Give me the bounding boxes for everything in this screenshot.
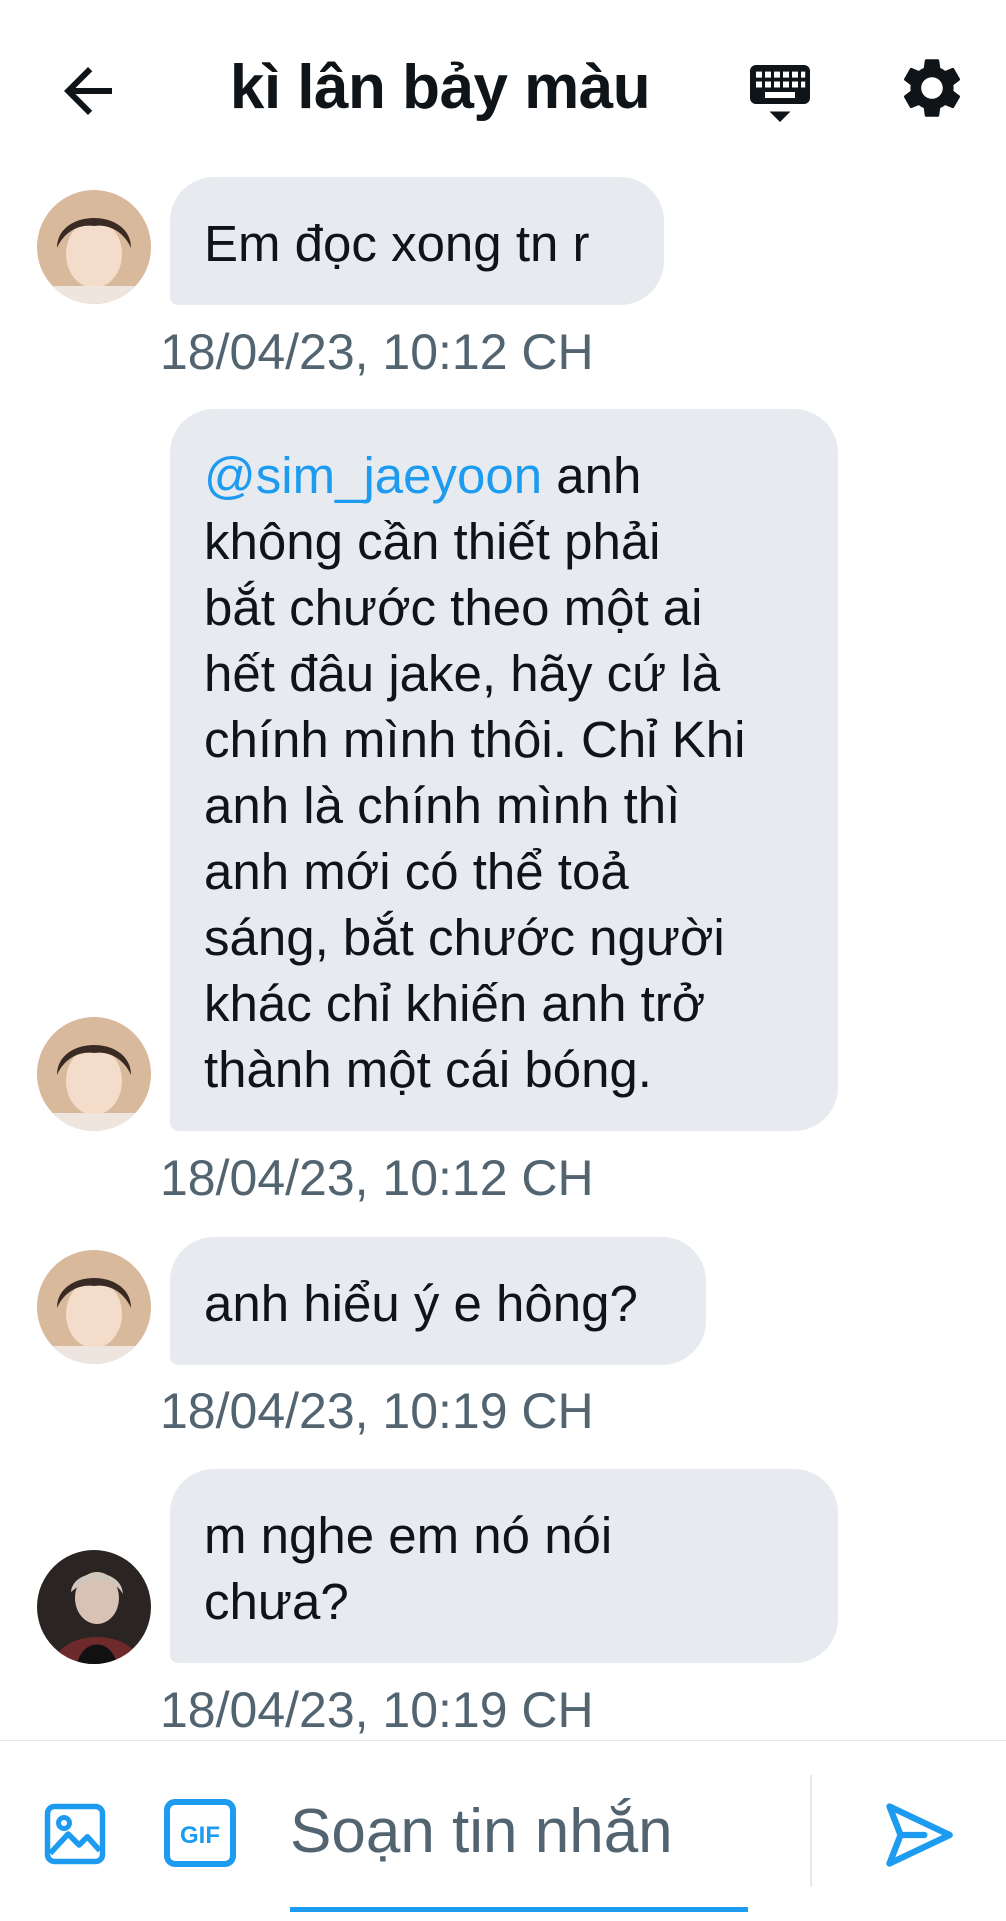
message-text: hết đâu jake, hãy cứ là bbox=[204, 645, 721, 702]
gif-button[interactable]: GIF bbox=[164, 1799, 236, 1867]
gif-icon: GIF bbox=[164, 1799, 236, 1867]
avatar[interactable] bbox=[37, 1550, 151, 1664]
message-input[interactable] bbox=[290, 1771, 750, 1891]
message-bubble[interactable]: m nghe em nó nói chưa? bbox=[170, 1469, 838, 1663]
message-timestamp: 18/04/23, 10:19 CH bbox=[160, 1682, 594, 1738]
keyboard-icon[interactable] bbox=[744, 56, 816, 128]
message-text: anh hiểu ý e hông? bbox=[204, 1275, 638, 1332]
message-text: khác chỉ khiến anh trở bbox=[204, 975, 706, 1032]
arrow-left-icon[interactable] bbox=[52, 55, 124, 127]
avatar[interactable] bbox=[37, 1250, 151, 1364]
message-text: không cần thiết phải bbox=[204, 513, 661, 570]
avatar-photo-icon bbox=[37, 1250, 151, 1364]
gear-icon[interactable] bbox=[896, 52, 968, 124]
avatar-photo-icon bbox=[37, 190, 151, 304]
send-icon[interactable] bbox=[880, 1797, 956, 1873]
message-text: anh là chính mình thì bbox=[204, 777, 681, 834]
message-text: anh mới có thể toả bbox=[204, 843, 629, 900]
composer-divider bbox=[810, 1775, 812, 1887]
avatar-photo-icon bbox=[37, 1017, 151, 1131]
image-icon[interactable] bbox=[42, 1801, 108, 1867]
message-bubble[interactable]: Em đọc xong tn r bbox=[170, 177, 664, 305]
message-timestamp: 18/04/23, 10:19 CH bbox=[160, 1383, 594, 1439]
message-text: Em đọc xong tn r bbox=[204, 215, 590, 272]
conversation-title[interactable]: kì lân bảy màu bbox=[160, 48, 720, 128]
message-text: chưa? bbox=[204, 1573, 349, 1630]
message-text: bắt chước theo một ai bbox=[204, 579, 703, 636]
message-timestamp: 18/04/23, 10:12 CH bbox=[160, 324, 594, 380]
avatar[interactable] bbox=[37, 1017, 151, 1131]
avatar-photo-dark-icon bbox=[37, 1550, 151, 1664]
message-text: sáng, bắt chước người bbox=[204, 909, 725, 966]
message-text: anh bbox=[542, 447, 642, 504]
message-text: chính mình thôi. Chỉ Khi bbox=[204, 711, 746, 768]
avatar[interactable] bbox=[37, 190, 151, 304]
input-focus-underline bbox=[290, 1907, 748, 1912]
conversation-header: kì lân bảy màu bbox=[0, 0, 1006, 170]
mention-link[interactable]: @sim_jaeyoon bbox=[204, 447, 542, 504]
message-bubble[interactable]: @sim_jaeyoon anh không cần thiết phải bắ… bbox=[170, 409, 838, 1131]
message-timestamp: 18/04/23, 10:12 CH bbox=[160, 1150, 594, 1206]
message-bubble[interactable]: anh hiểu ý e hông? bbox=[170, 1237, 706, 1365]
message-text: m nghe em nó nói bbox=[204, 1507, 613, 1564]
message-text: thành một cái bóng. bbox=[204, 1041, 652, 1098]
gif-label: GIF bbox=[180, 1822, 220, 1849]
message-composer: GIF bbox=[0, 1740, 1006, 1921]
